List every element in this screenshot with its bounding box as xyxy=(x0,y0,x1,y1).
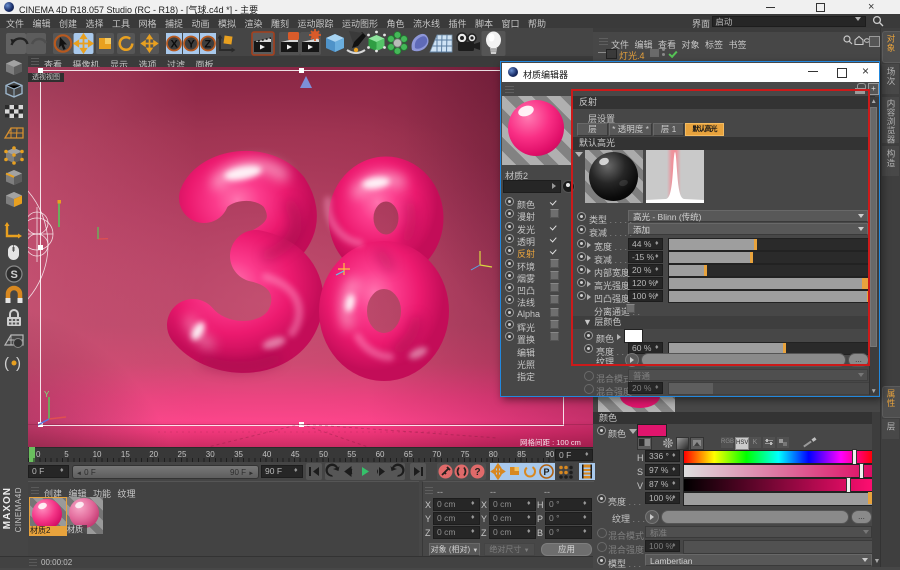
svg-text:S: S xyxy=(11,269,18,281)
svg-text:Z: Z xyxy=(205,39,212,51)
svg-text:Y: Y xyxy=(188,39,196,51)
svg-text:P: P xyxy=(544,467,550,477)
svg-text:Y: Y xyxy=(44,390,50,399)
svg-text:?: ? xyxy=(475,467,481,478)
svg-text:): ) xyxy=(16,355,21,372)
svg-text:X: X xyxy=(171,39,179,51)
svg-text:(: ( xyxy=(4,355,9,372)
